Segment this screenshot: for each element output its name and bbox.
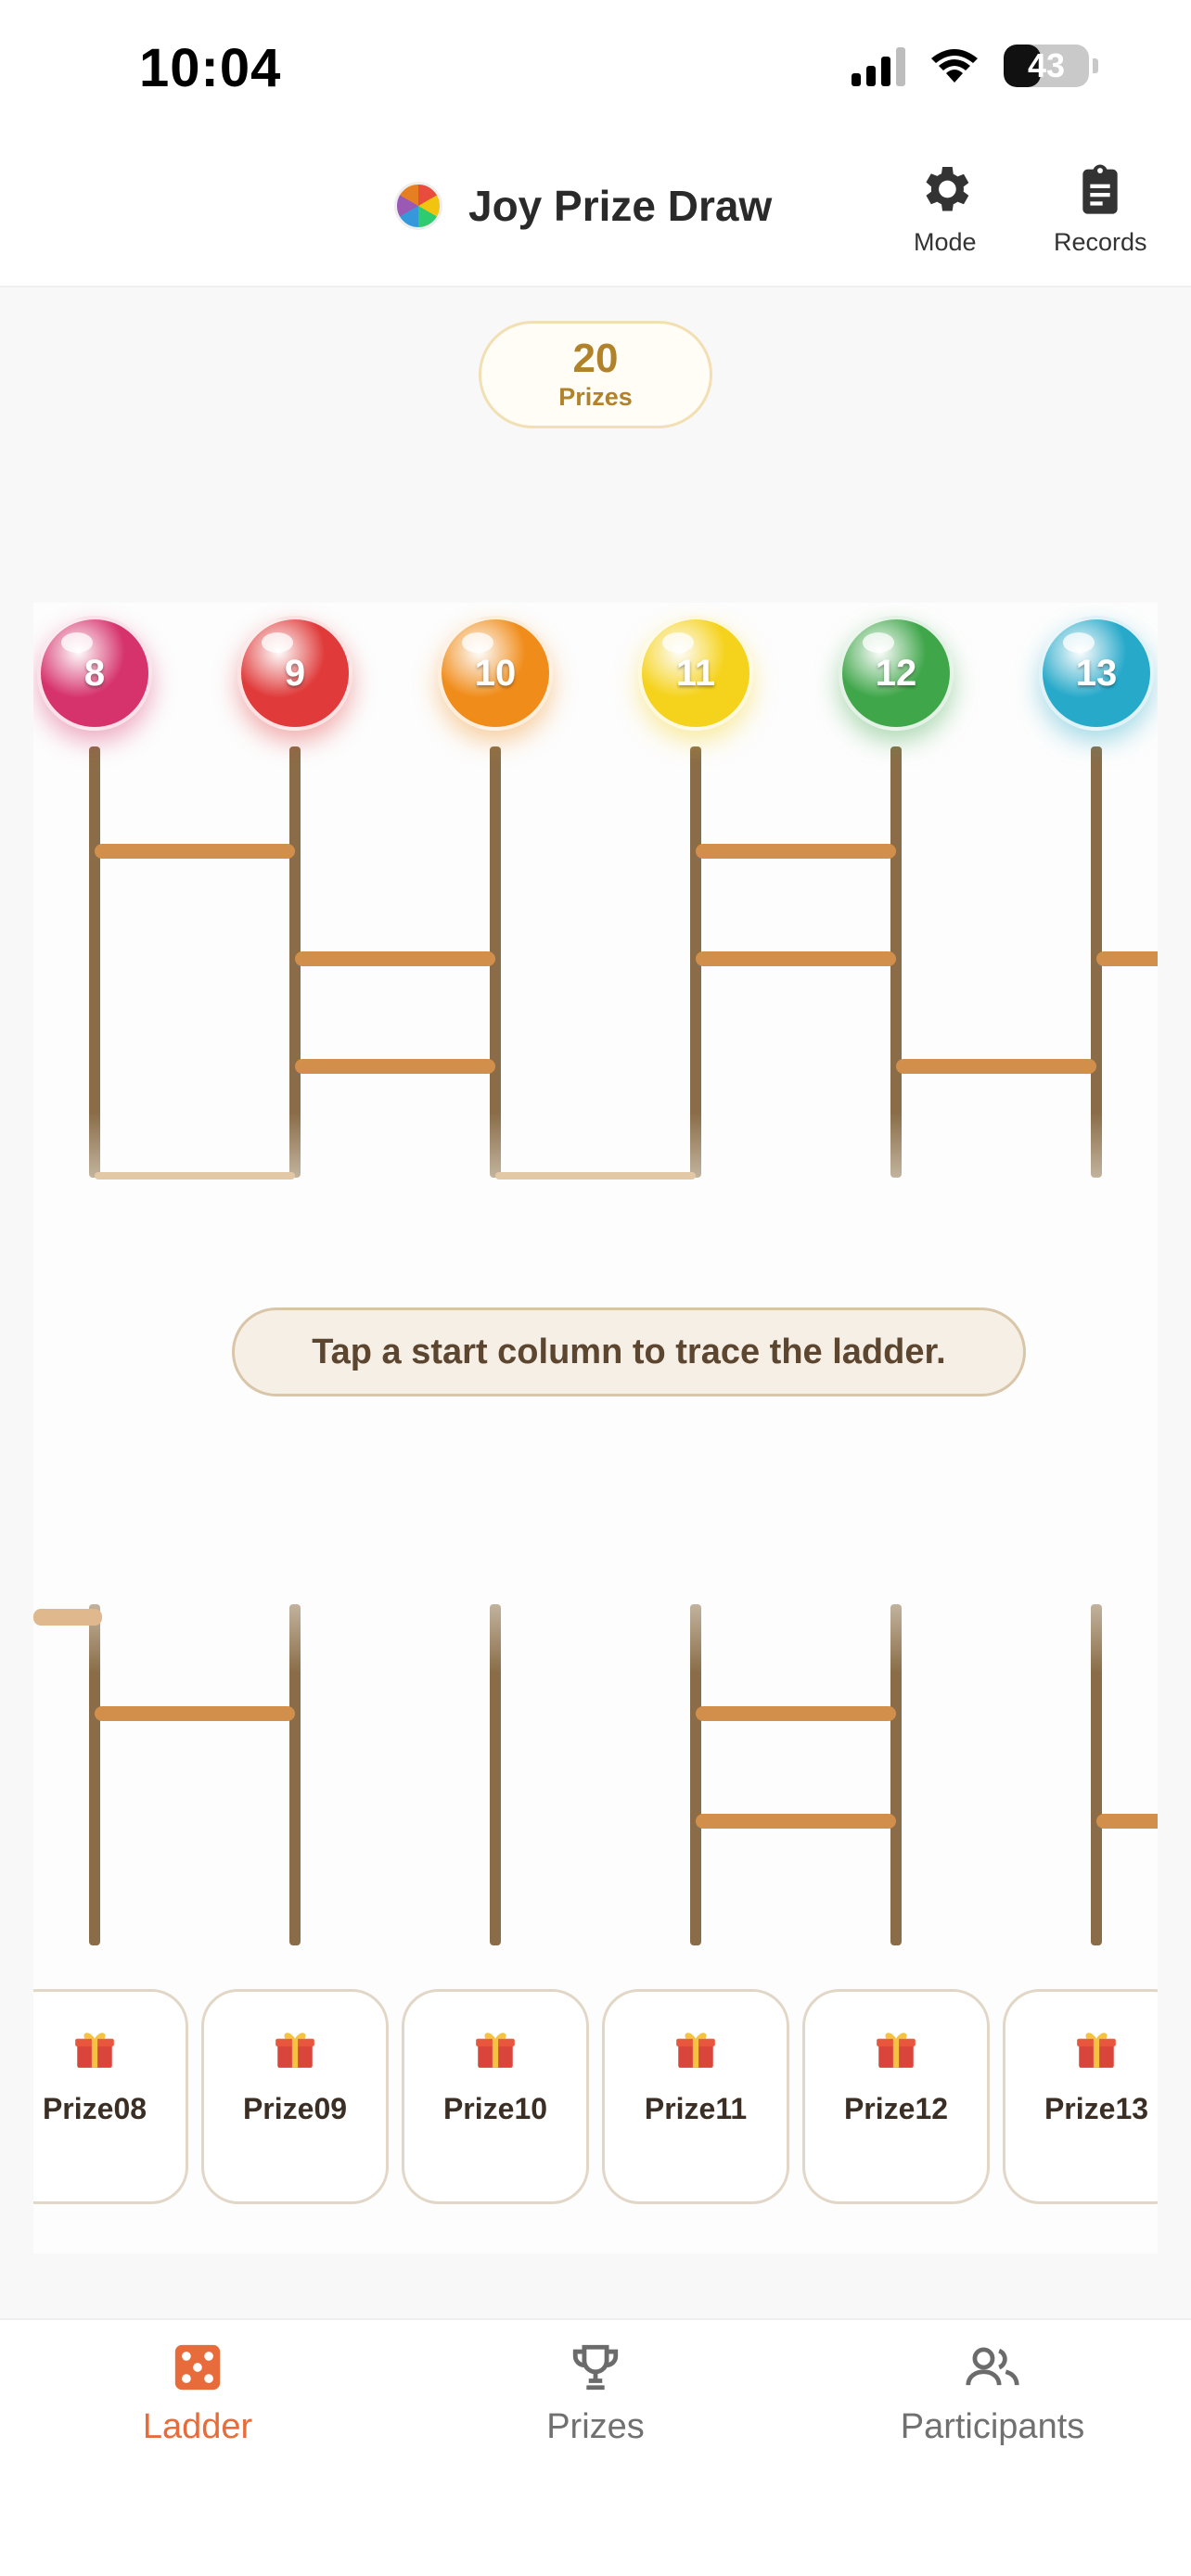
prize-card: Prize11 <box>602 1989 789 2204</box>
records-button[interactable]: Records <box>1054 159 1147 257</box>
ladder-rung <box>1096 1814 1158 1829</box>
ladder-rail-top-8 <box>89 746 100 1178</box>
cellular-signal-icon <box>852 45 905 86</box>
ladder-rung <box>295 951 495 966</box>
prize-count-badge: 20 Prizes <box>479 321 712 428</box>
wifi-icon <box>931 49 978 83</box>
prize-card: Prize13 <box>1003 1989 1158 2204</box>
start-column-ball-11[interactable]: 11 <box>638 616 753 731</box>
start-column-number: 10 <box>474 652 517 694</box>
ladder-rail-bottom-9 <box>289 1604 301 1945</box>
prize-name: Prize12 <box>843 2092 949 2125</box>
ladder-rung <box>295 1059 495 1074</box>
gift-icon <box>476 2033 515 2068</box>
ladder-rung <box>696 951 896 966</box>
start-column-ball-10[interactable]: 10 <box>438 616 553 731</box>
prize-name: Prize08 <box>42 2092 147 2125</box>
dice-icon <box>174 2344 221 2391</box>
prize-card: Prize10 <box>402 1989 589 2204</box>
ladder-rung <box>896 1059 1096 1074</box>
start-column-ball-8[interactable]: 8 <box>37 616 152 731</box>
gear-icon <box>926 167 969 211</box>
start-column-ball-13[interactable]: 13 <box>1039 616 1154 731</box>
start-column-number: 11 <box>675 652 716 694</box>
ladder-rail-bottom-10 <box>490 1604 501 1945</box>
tab-ladder-label: Ladder <box>142 2407 253 2446</box>
app-header: Joy Prize Draw Mode Records <box>0 139 1191 287</box>
app-title-group: Joy Prize Draw <box>394 181 772 231</box>
battery-icon: 43 <box>1004 45 1089 87</box>
trophy-icon <box>572 2344 619 2391</box>
gift-icon <box>676 2033 715 2068</box>
battery-tip <box>1093 58 1098 73</box>
start-column-number: 8 <box>83 652 106 694</box>
prize-card: Prize12 <box>802 1989 990 2204</box>
gift-icon <box>1077 2033 1116 2068</box>
prize-name: Prize10 <box>442 2092 548 2125</box>
tab-participants[interactable]: Participants <box>807 2340 1178 2447</box>
ladder-rail-bottom-8 <box>89 1604 100 1945</box>
prize-card: Prize08 <box>33 1989 188 2204</box>
status-time: 10:04 <box>139 38 282 98</box>
tab-prizes[interactable]: Prizes <box>410 2340 781 2447</box>
tab-bar: Ladder Prizes Participants <box>0 2318 1191 2576</box>
ladder-rung <box>696 1814 896 1829</box>
instruction-hint: Tap a start column to trace the ladder. <box>232 1307 1026 1396</box>
tab-participants-label: Participants <box>900 2407 1085 2446</box>
start-column-ball-12[interactable]: 12 <box>839 616 954 731</box>
ladder-rung-faint <box>95 1172 295 1180</box>
start-column-number: 13 <box>1075 652 1118 694</box>
ladder-rung <box>95 1706 295 1721</box>
ladder-rail-bottom-12 <box>890 1604 902 1945</box>
ladder-rail-bottom-13 <box>1091 1604 1102 1945</box>
prize-row: Prize08 Prize09 Prize10 Prize11 Prize12 Prize… <box>33 1989 1158 2212</box>
start-column-number: 9 <box>284 652 306 694</box>
ladder-rung-partial <box>33 1609 102 1626</box>
gift-icon <box>877 2033 916 2068</box>
ladder-rung <box>696 844 896 859</box>
start-column-ball-9[interactable]: 9 <box>237 616 352 731</box>
mode-label: Mode <box>914 228 977 256</box>
ladder-rung <box>1096 951 1158 966</box>
start-column-number: 12 <box>875 652 917 694</box>
app-title: Joy Prize Draw <box>468 182 773 230</box>
prize-name: Prize13 <box>1044 2092 1149 2125</box>
tab-ladder[interactable]: Ladder <box>12 2340 383 2447</box>
mode-button[interactable]: Mode <box>914 159 977 257</box>
gift-icon <box>75 2033 114 2068</box>
status-bar: 10:04 43 <box>0 0 1191 139</box>
ladder-rung-faint <box>495 1172 696 1180</box>
clipboard-icon <box>1082 164 1118 214</box>
status-icons: 43 <box>852 45 1098 87</box>
prize-name: Prize11 <box>644 2092 748 2125</box>
ladder-rung <box>696 1706 896 1721</box>
prize-card: Prize09 <box>201 1989 389 2204</box>
prize-name: Prize09 <box>242 2092 348 2125</box>
ladder-rail-bottom-11 <box>690 1604 701 1945</box>
records-label: Records <box>1054 228 1147 256</box>
gift-icon <box>275 2033 314 2068</box>
people-icon <box>966 2347 1019 2386</box>
prize-count-label: Prizes <box>558 382 633 411</box>
ladder-rung <box>95 844 295 859</box>
tab-prizes-label: Prizes <box>546 2407 645 2446</box>
battery-percent: 43 <box>1027 46 1066 84</box>
prize-wheel-logo-icon <box>394 182 442 230</box>
prize-count-value: 20 <box>572 335 619 381</box>
